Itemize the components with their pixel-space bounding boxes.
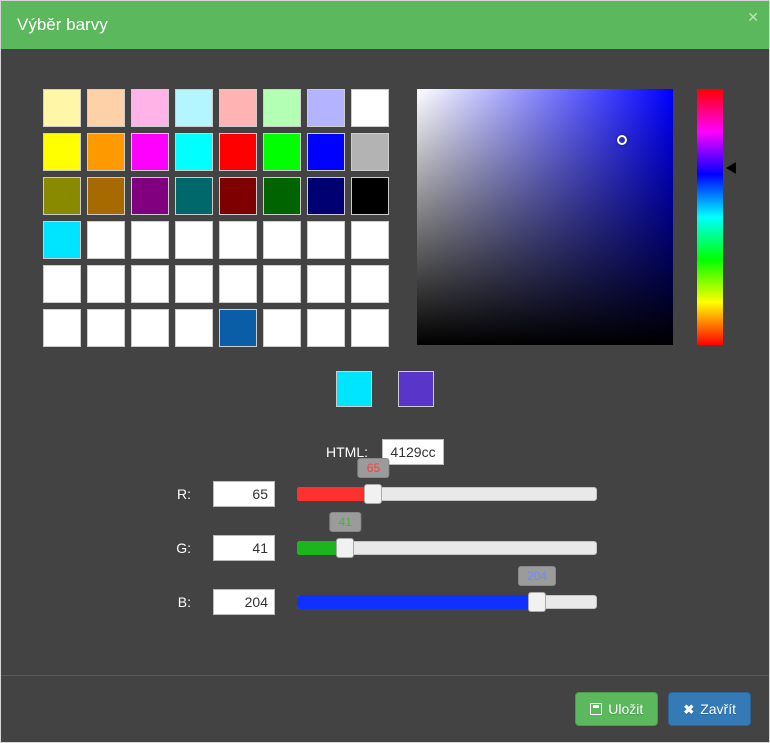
save-button-label: Uložit [608,701,643,717]
swatch[interactable] [263,309,301,347]
rgb-input-g[interactable] [213,535,275,561]
swatch[interactable] [131,265,169,303]
swatch[interactable] [307,89,345,127]
swatch[interactable] [87,265,125,303]
swatch[interactable] [263,221,301,259]
close-icon[interactable]: ✕ [747,9,759,26]
rgb-label-b: B: [173,594,191,610]
swatch[interactable] [175,89,213,127]
save-button[interactable]: Uložit [575,692,658,726]
saturation-value-panel[interactable] [417,89,673,345]
swatch[interactable] [351,221,389,259]
picker-area [417,89,723,347]
titlebar: Výběr barvy ✕ [1,1,769,49]
current-color-swatch[interactable] [336,371,372,407]
swatch[interactable] [87,221,125,259]
swatch[interactable] [351,177,389,215]
swatch[interactable] [175,177,213,215]
close-button-label: Zavřít [700,701,736,717]
swatch[interactable] [351,309,389,347]
slider-thumb[interactable] [336,538,354,558]
swatch[interactable] [131,177,169,215]
slider-value-badge: 41 [330,512,361,532]
swatch[interactable] [307,133,345,171]
swatch[interactable] [219,221,257,259]
swatch[interactable] [351,265,389,303]
hue-bar[interactable] [697,89,723,345]
swatch[interactable] [131,309,169,347]
swatch-grid [43,89,389,347]
rgb-row-b: B: 204 [43,589,727,615]
rgb-label-g: G: [173,540,191,556]
swatch[interactable] [175,265,213,303]
swatch[interactable] [87,89,125,127]
footer: Uložit ✖ Zavřít [1,675,769,742]
rgb-controls: R: 65 G: 41 B: 204 [43,481,727,615]
slider-thumb[interactable] [528,592,546,612]
rgb-slider-g[interactable]: 41 [297,538,597,558]
top-row [43,89,727,347]
rgb-slider-b[interactable]: 204 [297,592,597,612]
swatch[interactable] [131,89,169,127]
swatch[interactable] [175,133,213,171]
color-compare [43,371,727,407]
html-hex-input[interactable] [382,439,444,465]
new-color-swatch[interactable] [398,371,434,407]
rgb-input-b[interactable] [213,589,275,615]
rgb-input-r[interactable] [213,481,275,507]
swatch[interactable] [219,89,257,127]
swatch[interactable] [43,133,81,171]
swatch[interactable] [175,221,213,259]
swatch[interactable] [263,177,301,215]
swatch[interactable] [87,133,125,171]
swatch[interactable] [43,177,81,215]
slider-value-badge: 65 [358,458,389,478]
swatch[interactable] [87,309,125,347]
swatch[interactable] [351,133,389,171]
swatch[interactable] [87,177,125,215]
swatch[interactable] [307,221,345,259]
save-icon [590,703,602,715]
swatch[interactable] [131,221,169,259]
swatch[interactable] [131,133,169,171]
hue-indicator[interactable] [726,162,736,174]
swatch[interactable] [307,309,345,347]
swatch[interactable] [219,177,257,215]
rgb-row-g: G: 41 [43,535,727,561]
swatch[interactable] [351,89,389,127]
swatch[interactable] [219,309,257,347]
swatch[interactable] [307,265,345,303]
slider-value-badge: 204 [518,566,556,586]
swatch[interactable] [175,309,213,347]
swatch[interactable] [43,265,81,303]
swatch[interactable] [263,133,301,171]
swatch[interactable] [219,133,257,171]
swatch[interactable] [307,177,345,215]
swatch[interactable] [263,265,301,303]
rgb-label-r: R: [173,486,191,502]
swatch[interactable] [43,89,81,127]
swatch[interactable] [219,265,257,303]
swatch[interactable] [263,89,301,127]
close-icon-x: ✖ [683,703,694,716]
sv-cursor[interactable] [617,135,627,145]
swatch[interactable] [43,221,81,259]
swatch[interactable] [43,309,81,347]
dialog-body: HTML: R:65G:41B:204 [1,49,769,675]
slider-thumb[interactable] [364,484,382,504]
color-picker-dialog: Výběr barvy ✕ HTML: R:65G:41B:204 [0,0,770,743]
dialog-title: Výběr barvy [17,15,108,34]
rgb-slider-r[interactable]: 65 [297,484,597,504]
close-button[interactable]: ✖ Zavřít [668,692,751,726]
rgb-row-r: R: 65 [43,481,727,507]
